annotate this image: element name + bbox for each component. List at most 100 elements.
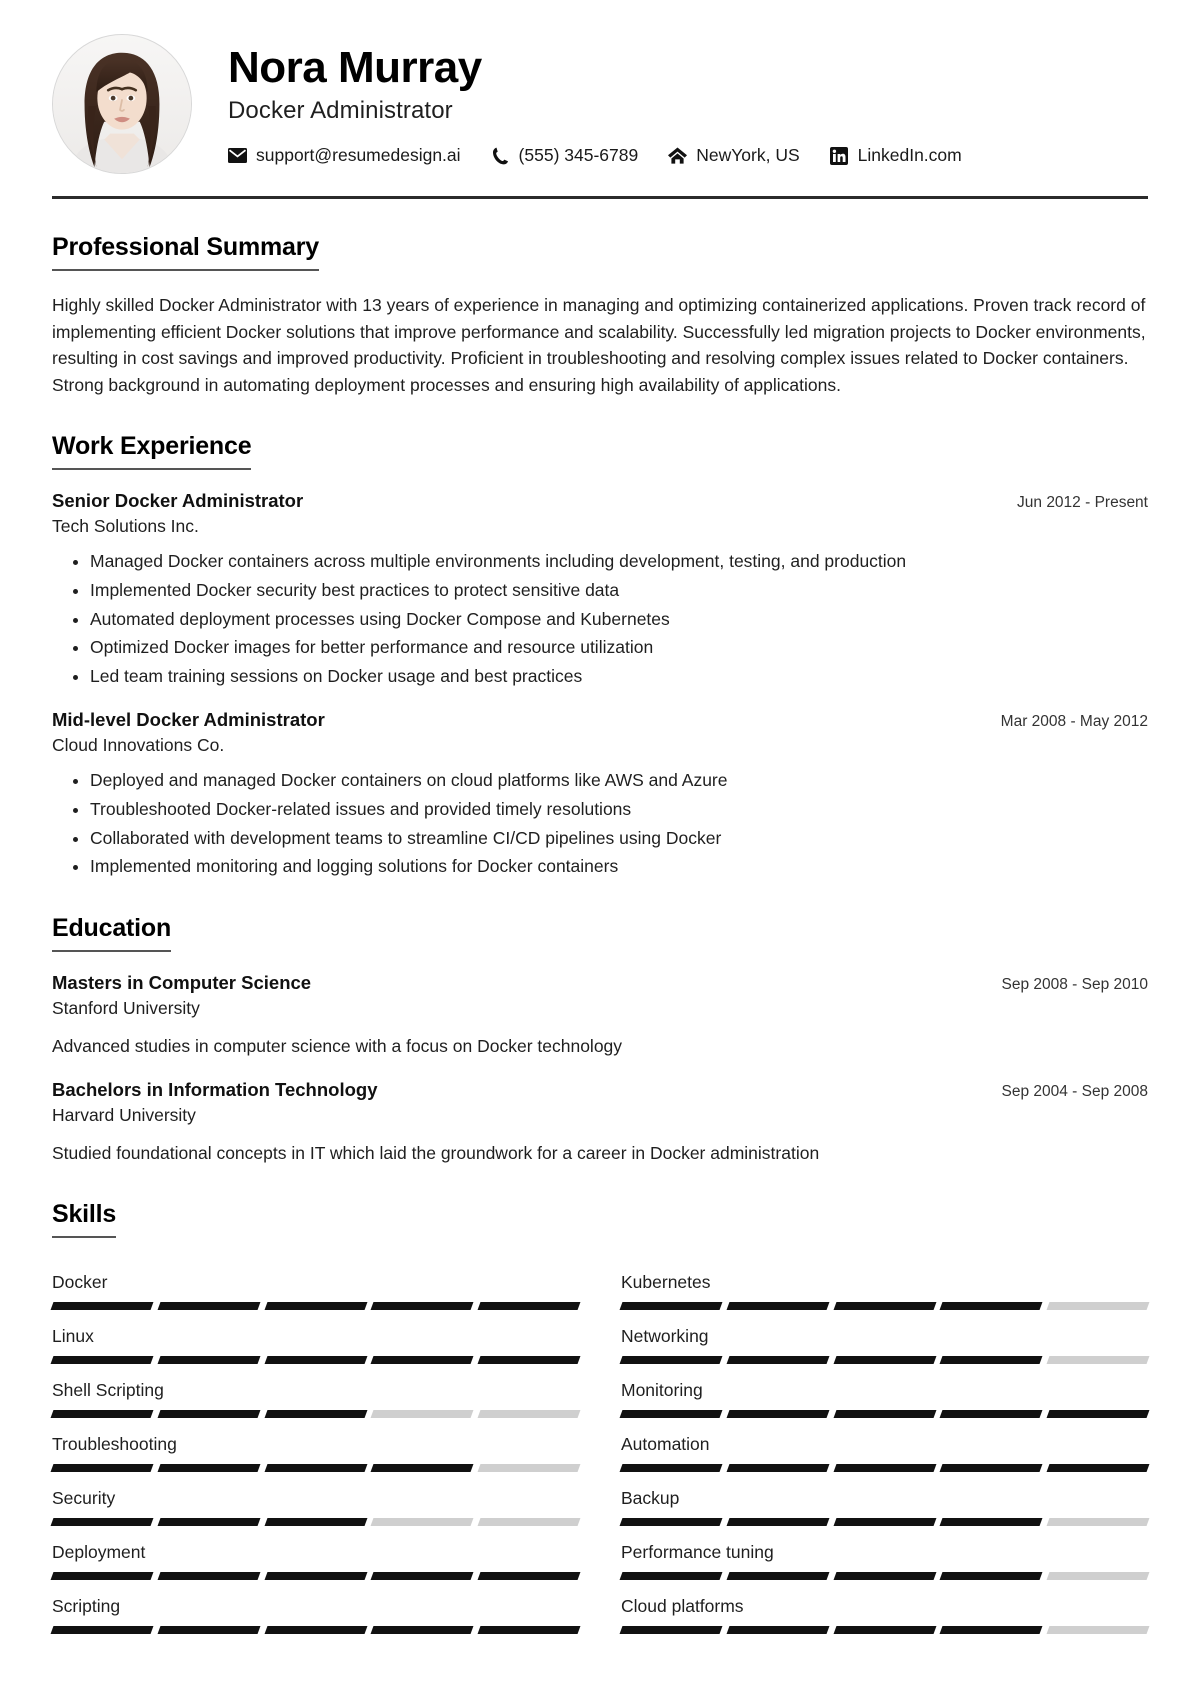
- skill-level-bar: [619, 1572, 1150, 1581]
- section-title-experience: Work Experience: [52, 432, 252, 471]
- skill-level-segment: [264, 1464, 367, 1473]
- skill-item: Scripting: [50, 1580, 581, 1635]
- skill-level-segment: [157, 1518, 261, 1527]
- skill-level-bar: [50, 1410, 581, 1419]
- list-item: Automated deployment processes using Doc…: [90, 606, 1148, 633]
- skill-level-segment: [477, 1572, 581, 1581]
- skill-level-bar: [50, 1572, 581, 1581]
- skill-level-segment: [477, 1356, 581, 1365]
- header-text-block: Nora Murray Docker Administrator support…: [228, 42, 1148, 167]
- skill-item: Backup: [619, 1472, 1150, 1527]
- skill-level-segment: [619, 1356, 723, 1365]
- skill-name: Backup: [621, 1488, 680, 1509]
- skill-level-segment: [833, 1626, 936, 1635]
- skill-level-segment: [370, 1356, 474, 1365]
- experience-date: Mar 2008 - May 2012: [1000, 713, 1148, 731]
- phone-icon: [491, 146, 510, 165]
- section-title-summary: Professional Summary: [52, 233, 319, 271]
- contact-linkedin[interactable]: LinkedIn.com: [830, 145, 962, 166]
- job-role-subtitle: Docker Administrator: [228, 97, 453, 125]
- resume-header: Nora Murray Docker Administrator support…: [0, 0, 1200, 174]
- education-entry: Masters in Computer Science Sep 2008 - S…: [52, 972, 1148, 1059]
- skill-level-segment: [939, 1302, 1043, 1311]
- experience-job-title: Mid-level Docker Administrator: [52, 709, 325, 731]
- home-icon: [668, 146, 688, 165]
- skill-level-segment: [726, 1356, 830, 1365]
- education-date: Sep 2004 - Sep 2008: [1001, 1082, 1148, 1100]
- skill-level-segment: [477, 1302, 581, 1311]
- linkedin-icon: [830, 146, 849, 165]
- skill-level-segment: [1046, 1464, 1150, 1473]
- skill-level-segment: [370, 1410, 474, 1419]
- skill-level-segment: [50, 1626, 154, 1635]
- skill-level-segment: [619, 1464, 723, 1473]
- skill-level-segment: [726, 1572, 830, 1581]
- education-entry: Bachelors in Information Technology Sep …: [52, 1079, 1148, 1166]
- education-description: Advanced studies in computer science wit…: [52, 1035, 623, 1056]
- skill-level-segment: [939, 1518, 1043, 1527]
- skill-item: Networking: [619, 1310, 1150, 1365]
- skill-level-segment: [157, 1410, 261, 1419]
- list-item: Managed Docker containers across multipl…: [90, 548, 1148, 575]
- skill-level-segment: [619, 1518, 723, 1527]
- skill-level-segment: [50, 1464, 154, 1473]
- skill-level-bar: [619, 1410, 1150, 1419]
- contact-location[interactable]: NewYork, US: [668, 145, 800, 166]
- skill-item: Linux: [50, 1310, 581, 1365]
- page-title: Nora Murray: [228, 42, 482, 92]
- skill-level-segment: [50, 1572, 154, 1581]
- skill-level-segment: [370, 1464, 474, 1473]
- skill-level-bar: [619, 1518, 1150, 1527]
- experience-bullet-list: Managed Docker containers across multipl…: [52, 548, 1148, 689]
- skill-level-bar: [619, 1302, 1150, 1311]
- skill-level-segment: [264, 1302, 367, 1311]
- section-title-education: Education: [52, 914, 171, 952]
- list-item: Implemented Docker security best practic…: [90, 577, 1148, 604]
- contact-email[interactable]: support@resumedesign.ai: [228, 145, 461, 166]
- section-education: Education Masters in Computer Science Se…: [52, 914, 1148, 1167]
- resume-page: Nora Murray Docker Administrator support…: [0, 0, 1200, 1684]
- skill-level-segment: [264, 1410, 367, 1419]
- contact-phone[interactable]: (555) 345-6789: [491, 145, 638, 166]
- list-item: Collaborated with development teams to s…: [90, 825, 1148, 852]
- skill-level-bar: [619, 1464, 1150, 1473]
- list-item: Led team training sessions on Docker usa…: [90, 663, 1148, 690]
- skill-level-segment: [477, 1518, 581, 1527]
- list-item: Implemented monitoring and logging solut…: [90, 853, 1148, 880]
- resume-body: Professional Summary Highly skilled Dock…: [0, 233, 1200, 1644]
- skill-level-segment: [833, 1302, 936, 1311]
- education-degree: Masters in Computer Science: [52, 971, 312, 993]
- skill-level-segment: [50, 1518, 154, 1527]
- list-item: Troubleshooted Docker-related issues and…: [90, 796, 1148, 823]
- skill-level-segment: [726, 1302, 830, 1311]
- experience-date: Jun 2012 - Present: [1017, 494, 1148, 512]
- skill-level-segment: [1046, 1410, 1150, 1419]
- education-description: Studied foundational concepts in IT whic…: [52, 1142, 820, 1163]
- skill-level-segment: [833, 1410, 936, 1419]
- skill-level-segment: [833, 1518, 936, 1527]
- skill-name: Shell Scripting: [52, 1380, 164, 1401]
- skill-level-segment: [370, 1302, 474, 1311]
- experience-bullet-list: Deployed and managed Docker containers o…: [52, 767, 1148, 879]
- contact-email-label: support@resumedesign.ai: [256, 145, 461, 166]
- education-school: Stanford University: [52, 997, 200, 1018]
- list-item: Optimized Docker images for better perfo…: [90, 634, 1148, 661]
- skill-name: Automation: [621, 1434, 710, 1455]
- skill-name: Linux: [52, 1326, 94, 1347]
- skill-item: Cloud platforms: [619, 1580, 1150, 1635]
- education-degree: Bachelors in Information Technology: [52, 1078, 378, 1100]
- skill-level-segment: [1046, 1356, 1150, 1365]
- skill-level-segment: [619, 1572, 723, 1581]
- skill-level-segment: [264, 1356, 367, 1365]
- skill-level-segment: [157, 1356, 261, 1365]
- skill-level-segment: [157, 1464, 261, 1473]
- envelope-icon: [228, 146, 247, 165]
- skill-level-bar: [50, 1626, 581, 1635]
- skill-item: Performance tuning: [619, 1526, 1150, 1581]
- experience-entry-head: Mid-level Docker Administrator Mar 2008 …: [52, 709, 1148, 731]
- skill-item: Shell Scripting: [50, 1364, 581, 1419]
- skill-level-segment: [1046, 1572, 1150, 1581]
- skill-level-bar: [50, 1464, 581, 1473]
- skill-level-bar: [50, 1302, 581, 1311]
- skill-level-segment: [264, 1572, 367, 1581]
